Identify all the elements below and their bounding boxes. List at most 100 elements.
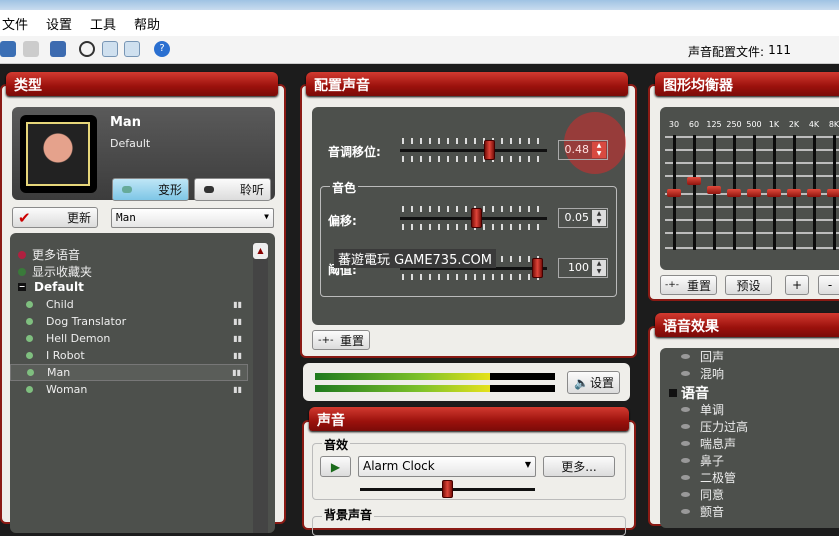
eq-band-thumb[interactable] [787, 189, 801, 197]
more-effects-button[interactable]: 更多... [543, 456, 615, 477]
voice-icon [26, 335, 33, 342]
eq-band-label: 4K [808, 120, 820, 129]
eq-band-label: 8K [828, 120, 839, 129]
eq-band-label: 125 [706, 120, 722, 129]
signal-icon: ▮▮ [233, 351, 242, 360]
offset-slider[interactable] [400, 206, 547, 230]
listen-button[interactable]: 聆听 [194, 178, 271, 201]
pitch-slider[interactable] [400, 138, 547, 162]
list-item[interactable]: Woman ▮▮ [10, 381, 248, 398]
listen-label: 聆听 [239, 183, 264, 197]
effect-label: 二极管 [700, 471, 737, 485]
effect-label: 同意 [700, 488, 725, 502]
list-item[interactable]: Dog Translator ▮▮ [10, 313, 248, 330]
effect-label: 回声 [700, 350, 725, 364]
eq-band-thumb[interactable] [727, 189, 741, 197]
threshold-value-input[interactable]: 100 ▲ ▼ [558, 258, 608, 278]
effect-icon [681, 424, 690, 429]
show-favorites-item[interactable]: 显示收藏夹 [18, 263, 92, 280]
menu-tools[interactable]: 工具 [88, 14, 128, 33]
effect-item[interactable]: 同意 [681, 486, 724, 503]
eq-band-track[interactable] [693, 135, 696, 250]
effect-item[interactable]: 喘息声 [681, 435, 736, 452]
window-title-bar [0, 0, 839, 10]
voice-icon [26, 318, 33, 325]
plugin-icon[interactable] [50, 41, 66, 57]
effect-item[interactable]: 回声 [681, 348, 724, 365]
config-reset-button[interactable]: -+- 重置 [312, 330, 370, 350]
menu-help[interactable]: 帮助 [132, 14, 172, 33]
effect-icon [681, 458, 690, 463]
update-button[interactable]: ✔ 更新 [12, 207, 98, 228]
menu-settings[interactable]: 设置 [44, 14, 84, 33]
scrollbar[interactable]: ▲ [253, 243, 268, 533]
watermark: 蕃遊電玩 GAME735.COM [334, 249, 497, 268]
play-button[interactable]: ▶ [320, 456, 351, 477]
effect-item[interactable]: 单调 [681, 401, 724, 418]
eq-band-thumb[interactable] [667, 189, 681, 197]
voice-label: Child [46, 298, 74, 311]
effect-label: 喘息声 [700, 437, 737, 451]
pitch-slider-thumb[interactable] [484, 140, 496, 160]
effect-item[interactable]: 压力过高 [681, 418, 748, 435]
effect-icon [681, 354, 690, 359]
list-item[interactable]: I Robot ▮▮ [10, 347, 248, 364]
waveform-icon[interactable] [102, 41, 118, 57]
threshold-slider-thumb[interactable] [531, 258, 543, 278]
eq-band-thumb[interactable] [827, 189, 839, 197]
eq-band-label: 1K [768, 120, 780, 129]
group-default[interactable]: − Default [18, 280, 84, 294]
disabled-icon[interactable] [23, 41, 39, 57]
audio-settings-button[interactable]: 🔈 设置 [567, 371, 620, 394]
effect-group[interactable]: 语音 [669, 383, 709, 403]
collapse-icon[interactable] [669, 389, 677, 397]
pitch-spinner[interactable]: ▲ ▼ [592, 142, 606, 158]
effect-volume-thumb[interactable] [442, 480, 453, 498]
effect-item[interactable]: 鼻子 [681, 452, 724, 469]
effect-label: 单调 [700, 403, 725, 417]
morph-button[interactable]: 变形 [112, 178, 189, 201]
threshold-spinner[interactable]: ▲ ▼ [592, 260, 606, 276]
voice-list: 更多语音 显示收藏夹 − Default Child ▮▮ Dog Translat… [10, 233, 275, 533]
eq-band-thumb[interactable] [807, 189, 821, 197]
effect-item[interactable]: 颤音 [681, 503, 724, 520]
offset-spinner[interactable]: ▲ ▼ [592, 210, 606, 226]
save-icon[interactable] [0, 41, 16, 57]
voice-effects-header: 语音效果 [655, 313, 839, 337]
level-meter-left [315, 373, 555, 380]
list-item[interactable]: Hell Demon ▮▮ [10, 330, 248, 347]
effect-icon [681, 509, 690, 514]
offset-label: 偏移: [328, 214, 357, 228]
voice-select[interactable]: Man [111, 208, 274, 228]
offset-slider-thumb[interactable] [470, 208, 482, 228]
eq-band-thumb[interactable] [687, 177, 701, 185]
list-item[interactable]: Child ▮▮ [10, 296, 248, 313]
scroll-up-icon[interactable]: ▲ [253, 243, 268, 259]
pitch-value-input[interactable]: 0.48 ▲ ▼ [558, 140, 608, 160]
more-voices-item[interactable]: 更多语音 [18, 246, 80, 263]
eq-band-thumb[interactable] [767, 189, 781, 197]
eq-remove-button[interactable]: - [818, 275, 839, 295]
eq-band-label: 500 [746, 120, 762, 129]
effect-volume-slider[interactable] [360, 480, 535, 498]
voice-label: Woman [46, 383, 88, 396]
eq-band-thumb[interactable] [707, 186, 721, 194]
morph-led-icon [122, 186, 132, 193]
effect-item[interactable]: 二极管 [681, 469, 736, 486]
recorder-icon[interactable] [124, 41, 140, 57]
timbre-group [320, 186, 617, 297]
eq-add-button[interactable]: + [785, 275, 809, 295]
eq-band-label: 60 [688, 120, 700, 129]
effect-select[interactable]: Alarm Clock [358, 456, 536, 477]
eq-band-thumb[interactable] [747, 189, 761, 197]
menu-file[interactable]: 文件 [0, 14, 40, 33]
effect-item[interactable]: 混响 [681, 365, 724, 382]
collapse-icon[interactable]: − [18, 283, 26, 291]
help-icon[interactable]: ? [154, 41, 170, 57]
eq-preset-button[interactable]: 预设 [725, 275, 772, 295]
timer-icon[interactable] [79, 41, 95, 57]
offset-value-input[interactable]: 0.05 ▲ ▼ [558, 208, 608, 228]
checkmark-icon: ✔ [18, 208, 31, 227]
eq-reset-button[interactable]: -+- 重置 [660, 275, 717, 295]
list-item-selected[interactable]: Man ▮▮ [10, 364, 248, 381]
